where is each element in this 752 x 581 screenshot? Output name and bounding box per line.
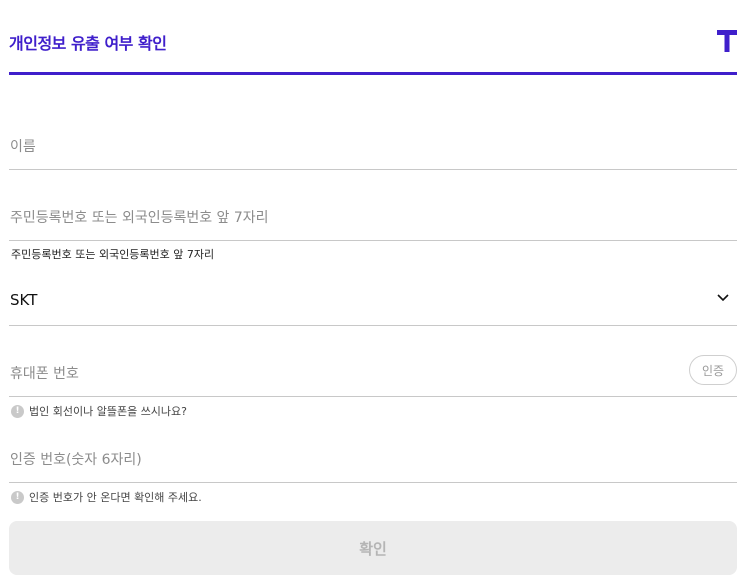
- auth-code-field[interactable]: 인증 번호(숫자 6자리): [9, 433, 737, 483]
- carrier-select[interactable]: SKT: [9, 276, 737, 326]
- auth-code-help-text: 인증 번호가 안 온다면 확인해 주세요.: [29, 491, 202, 504]
- auth-code-help-link[interactable]: ! 인증 번호가 안 온다면 확인해 주세요.: [11, 489, 202, 505]
- auth-code-placeholder: 인증 번호(숫자 6자리): [10, 452, 142, 468]
- chevron-down-icon: [717, 294, 729, 302]
- id-number-field[interactable]: 주민등록번호 또는 외국인등록번호 앞 7자리: [9, 191, 737, 241]
- tmap-t-logo-icon: [717, 30, 737, 52]
- info-icon: !: [11, 404, 24, 418]
- id-number-hint: 주민등록번호 또는 외국인등록번호 앞 7자리: [11, 248, 215, 261]
- name-placeholder: 이름: [10, 139, 36, 155]
- name-field[interactable]: 이름: [9, 120, 737, 170]
- phone-field[interactable]: 휴대폰 번호 인증: [9, 347, 737, 397]
- verify-button[interactable]: 인증: [689, 355, 737, 385]
- page-title: 개인정보 유출 여부 확인: [9, 34, 167, 53]
- confirm-button[interactable]: 확인: [9, 521, 737, 575]
- phone-help-text: 법인 회선이나 알뜰폰을 쓰시나요?: [29, 405, 188, 418]
- id-number-placeholder: 주민등록번호 또는 외국인등록번호 앞 7자리: [10, 210, 269, 226]
- phone-placeholder: 휴대폰 번호: [10, 366, 79, 382]
- header: 개인정보 유출 여부 확인: [9, 0, 737, 75]
- carrier-value: SKT: [10, 291, 38, 309]
- info-icon: !: [11, 490, 24, 504]
- phone-help-link[interactable]: ! 법인 회선이나 알뜰폰을 쓰시나요?: [11, 403, 187, 419]
